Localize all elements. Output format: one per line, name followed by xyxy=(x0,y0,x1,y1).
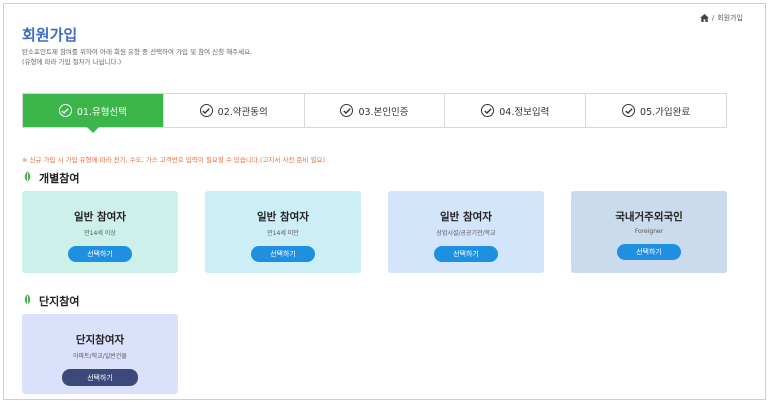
signup-steps: 01.유형선택 02.약관동의 03.본인인증 04.정보입력 05.가입완료 xyxy=(22,93,727,133)
check-circle-icon xyxy=(199,104,213,117)
card-general-business: 일반 참여자 상업시설/공공기관/학교 선택하기 xyxy=(388,191,544,273)
step-verify[interactable]: 03.본인인증 xyxy=(304,94,446,127)
section-individual: 개별참여 xyxy=(22,170,79,186)
section-heading: 개별참여 xyxy=(39,172,80,185)
select-button[interactable]: 선택하기 xyxy=(68,246,132,262)
card-subtitle: 상업시설/공공기관/학교 xyxy=(436,230,496,237)
card-foreigner: 국내거주외국인 Foreigner 선택하기 xyxy=(571,191,727,273)
breadcrumb-current[interactable]: 회원가입 xyxy=(717,13,743,23)
card-general-14-under: 일반 참여자 만14세 미만 선택하기 xyxy=(205,191,361,273)
step-label: 03.본인인증 xyxy=(358,106,409,118)
step-complete[interactable]: 05.가입완료 xyxy=(586,94,726,127)
step-terms[interactable]: 02.약관동의 xyxy=(163,94,305,127)
check-circle-icon xyxy=(481,104,495,117)
select-button[interactable]: 선택하기 xyxy=(434,246,498,262)
card-complex: 단지참여자 아파트/학교/일반건물 선택하기 xyxy=(22,314,178,394)
leaf-icon xyxy=(22,171,33,185)
select-button[interactable]: 선택하기 xyxy=(251,246,315,262)
home-icon[interactable] xyxy=(699,14,709,22)
card-title: 일반 참여자 xyxy=(440,211,492,223)
step-type-select[interactable]: 01.유형선택 xyxy=(23,94,164,133)
step-label: 05.가입완료 xyxy=(640,106,691,118)
description-line-2: (유형에 따라 가입 절차가 나뉩니다.) xyxy=(22,58,122,66)
page-description: 탄소포인트제 참여를 위하여 아래 회원 유형 중 선택하여 가입 및 참여 신… xyxy=(22,47,252,67)
card-title: 일반 참여자 xyxy=(74,211,126,223)
step-label: 02.약관동의 xyxy=(217,106,268,118)
breadcrumb-separator: / xyxy=(711,14,715,22)
step-label: 01.유형선택 xyxy=(76,106,127,118)
card-subtitle: Foreigner xyxy=(634,228,664,235)
card-title: 국내거주외국인 xyxy=(615,211,683,223)
card-subtitle: 만14세 미만 xyxy=(267,230,299,237)
select-button[interactable]: 선택하기 xyxy=(617,244,681,260)
page-title: 회원가입 xyxy=(22,26,78,44)
check-circle-icon xyxy=(340,104,354,117)
check-circle-icon xyxy=(622,104,636,117)
description-line-1: 탄소포인트제 참여를 위하여 아래 회원 유형 중 선택하여 가입 및 참여 신… xyxy=(22,48,253,56)
card-subtitle: 아파트/학교/일반건물 xyxy=(73,353,127,360)
step-info[interactable]: 04.정보입력 xyxy=(445,94,587,127)
card-subtitle: 만14세 이상 xyxy=(84,230,116,237)
card-title: 일반 참여자 xyxy=(257,211,309,223)
breadcrumb: / 회원가입 xyxy=(699,13,743,23)
notice-text: ※ 신규 가입 시 가입 유형에 따라 전기, 수도, 가스 고객번호 입력이 … xyxy=(22,156,326,164)
card-title: 단지참여자 xyxy=(75,334,125,346)
check-circle-icon xyxy=(58,104,72,117)
section-complex: 단지참여 xyxy=(22,293,79,309)
leaf-icon xyxy=(22,294,33,308)
page-frame: / 회원가입 회원가입 탄소포인트제 참여를 위하여 아래 회원 유형 중 선택… xyxy=(3,3,766,400)
step-label: 04.정보입력 xyxy=(499,106,550,118)
card-general-14-over: 일반 참여자 만14세 이상 선택하기 xyxy=(22,191,178,273)
section-heading: 단지참여 xyxy=(39,295,80,308)
select-button[interactable]: 선택하기 xyxy=(62,369,138,386)
